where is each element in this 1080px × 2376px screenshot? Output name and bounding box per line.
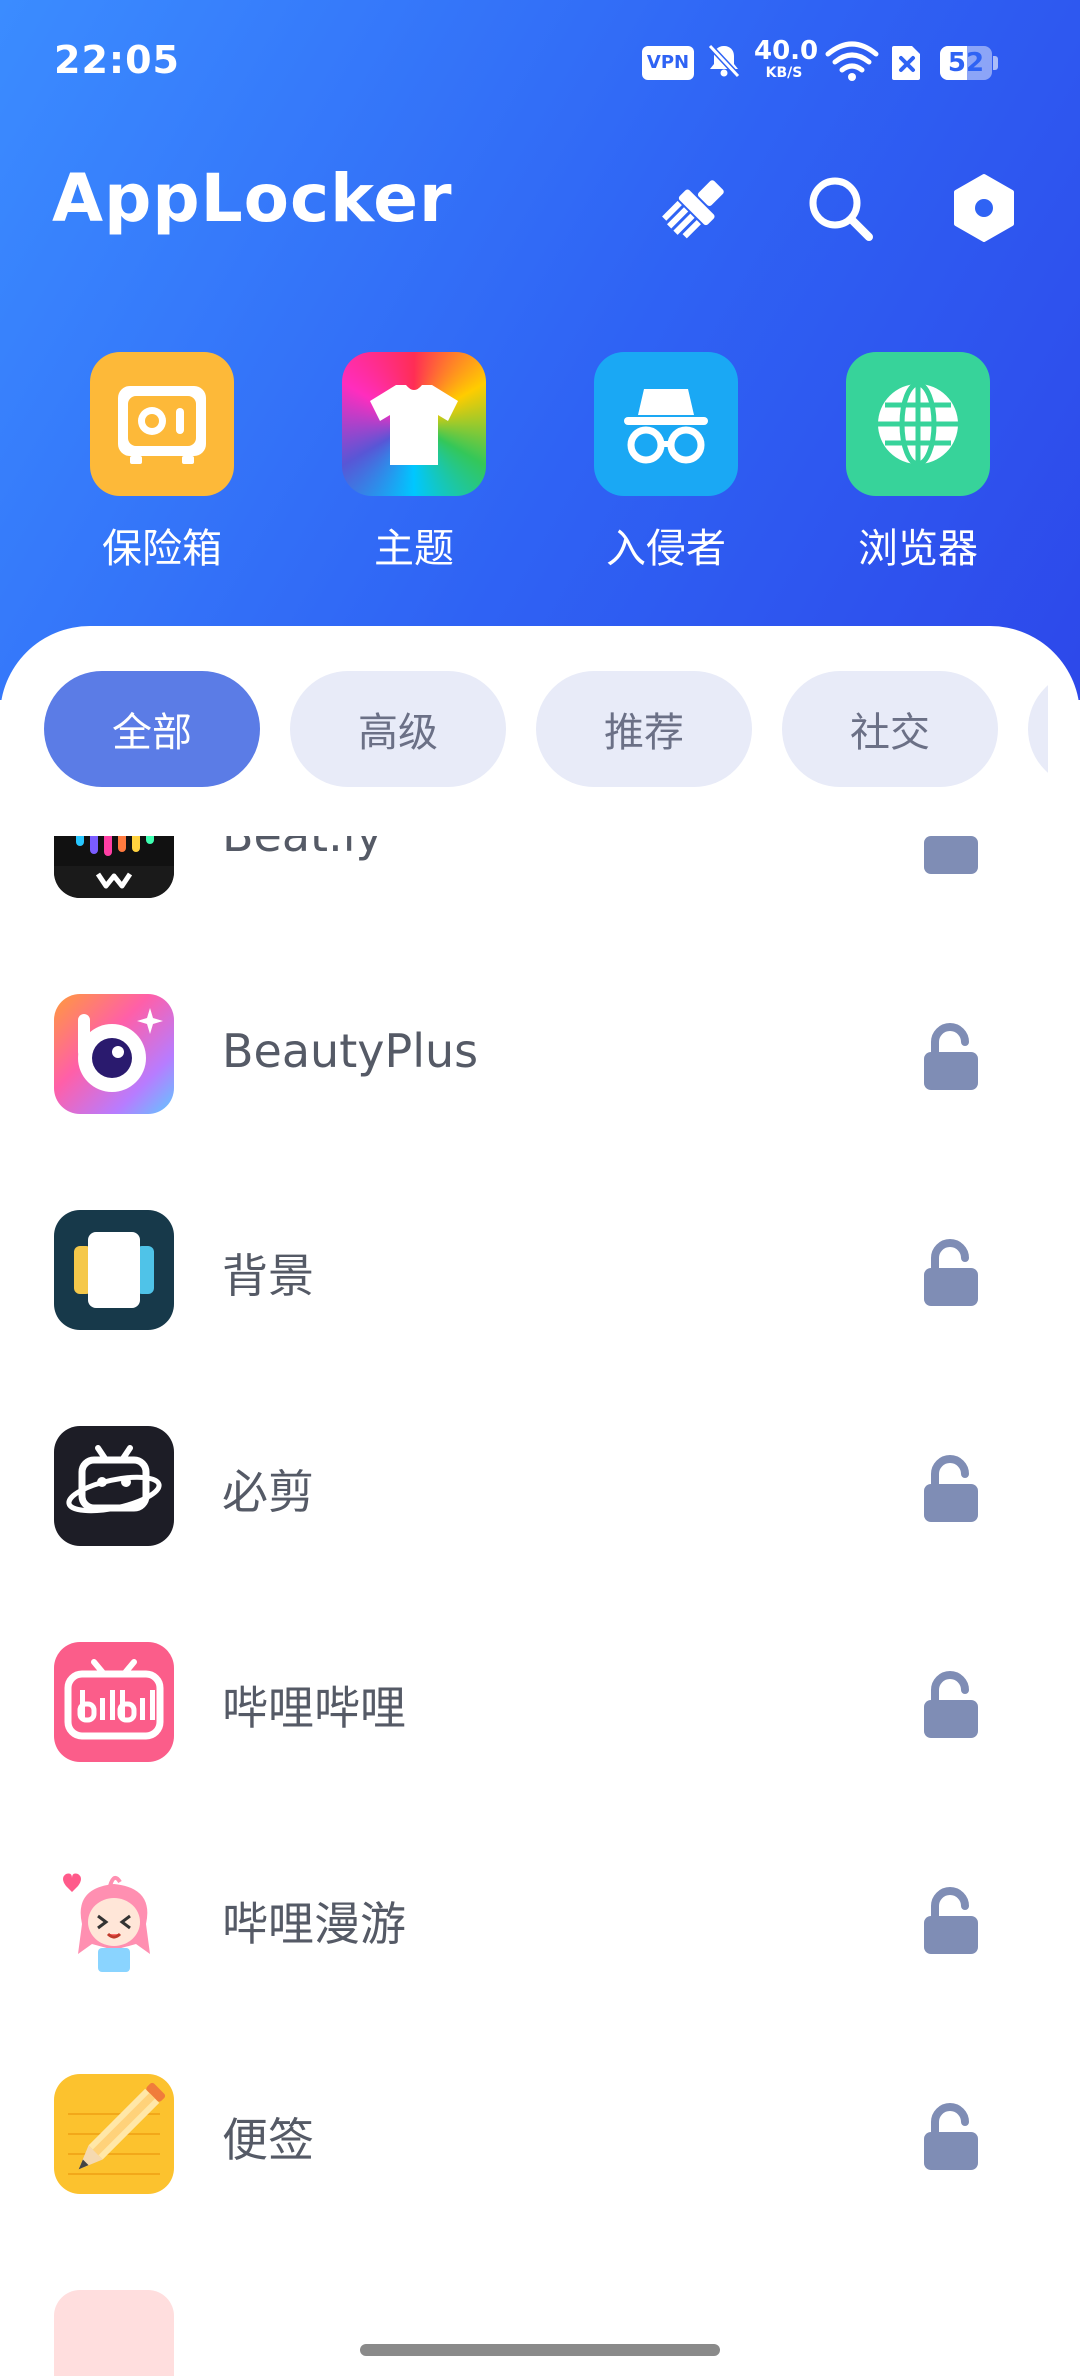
- filter-chip-advanced[interactable]: 高级: [290, 671, 506, 787]
- beatly-icon: [54, 836, 174, 898]
- unlocked-lock-icon[interactable]: [918, 1670, 984, 1740]
- home-indicator[interactable]: [360, 2344, 720, 2356]
- search-icon: [805, 173, 875, 247]
- filter-chips: 全部 高级 推荐 社交: [0, 671, 1048, 791]
- unlocked-lock-icon[interactable]: [918, 1238, 984, 1308]
- sim-disabled-icon: [890, 44, 924, 86]
- unlocked-lock-icon[interactable]: [918, 2102, 984, 2172]
- shortcut-vault[interactable]: 保险箱: [62, 352, 262, 582]
- shortcut-label: 浏览器: [858, 526, 978, 572]
- unlocked-lock-icon[interactable]: [918, 1886, 984, 1956]
- filter-chip-more[interactable]: [1028, 671, 1048, 787]
- status-bar: 22:05 VPN 40.0 KB/S 52: [0, 0, 1080, 120]
- list-item[interactable]: 便签: [0, 2026, 1080, 2242]
- list-item[interactable]: Beat.ly: [0, 836, 1080, 946]
- app-name: 必剪: [222, 1465, 314, 1519]
- app-name: 便签: [222, 2113, 314, 2167]
- unlocked-lock-icon[interactable]: [918, 836, 984, 876]
- app-name: 哔哩哔哩: [222, 1681, 406, 1735]
- unlocked-lock-icon[interactable]: [918, 1022, 984, 1092]
- safe-icon: [90, 352, 234, 496]
- settings-hexagon-icon: [952, 173, 1016, 247]
- battery-level: 52: [947, 48, 985, 78]
- network-speed-unit: KB/S: [765, 65, 803, 81]
- battery-indicator: 52: [940, 46, 998, 80]
- settings-button[interactable]: [944, 170, 1024, 250]
- shortcut-browser[interactable]: 浏览器: [818, 352, 1018, 582]
- list-item[interactable]: 必剪: [0, 1378, 1080, 1594]
- shortcut-label: 入侵者: [606, 526, 726, 572]
- wallpaper-app-icon: [54, 1210, 174, 1330]
- list-item[interactable]: 哔哩漫游: [0, 1810, 1080, 2026]
- tshirt-icon: [342, 352, 486, 496]
- beautyplus-icon: [54, 994, 174, 1114]
- app-icon-partial: [54, 2290, 174, 2376]
- app-name: 哔哩漫游: [222, 1897, 406, 1951]
- mute-bell-icon: [704, 40, 744, 84]
- globe-icon: [846, 352, 990, 496]
- bilibili-roaming-icon: [54, 1858, 174, 1978]
- wifi-icon: [824, 40, 880, 88]
- bilibili-icon: [54, 1642, 174, 1762]
- filter-chip-all[interactable]: 全部: [44, 671, 260, 787]
- shortcut-label: 保险箱: [102, 526, 222, 572]
- incognito-icon: [594, 352, 738, 496]
- clean-brush-button[interactable]: [656, 170, 736, 250]
- shortcut-label: 主题: [374, 526, 454, 572]
- app-list: Beat.ly BeautyPlus: [0, 836, 1080, 2376]
- app-name: Beat.ly: [222, 836, 383, 862]
- unlocked-lock-icon[interactable]: [918, 1454, 984, 1524]
- shortcut-theme[interactable]: 主题: [314, 352, 514, 582]
- list-item[interactable]: 背景: [0, 1162, 1080, 1378]
- bijian-icon: [54, 1426, 174, 1546]
- notes-icon: [54, 2074, 174, 2194]
- app-name: BeautyPlus: [222, 1024, 479, 1078]
- clean-brush-icon: [660, 172, 732, 248]
- status-time: 22:05: [54, 38, 180, 82]
- shortcut-intruder[interactable]: 入侵者: [566, 352, 766, 582]
- vpn-badge: VPN: [642, 46, 694, 80]
- network-speed-value: 40.0: [754, 36, 819, 66]
- app-list-sheet: 全部 高级 推荐 社交 Beat.ly: [0, 626, 1080, 2376]
- search-button[interactable]: [800, 170, 880, 250]
- filter-chip-social[interactable]: 社交: [782, 671, 998, 787]
- network-speed: 40.0 KB/S: [754, 36, 819, 81]
- app-name: 背景: [222, 1249, 314, 1303]
- filter-chip-recommended[interactable]: 推荐: [536, 671, 752, 787]
- list-item[interactable]: BeautyPlus: [0, 946, 1080, 1162]
- app-title: AppLocker: [52, 160, 453, 237]
- list-item[interactable]: 哔哩哔哩: [0, 1594, 1080, 1810]
